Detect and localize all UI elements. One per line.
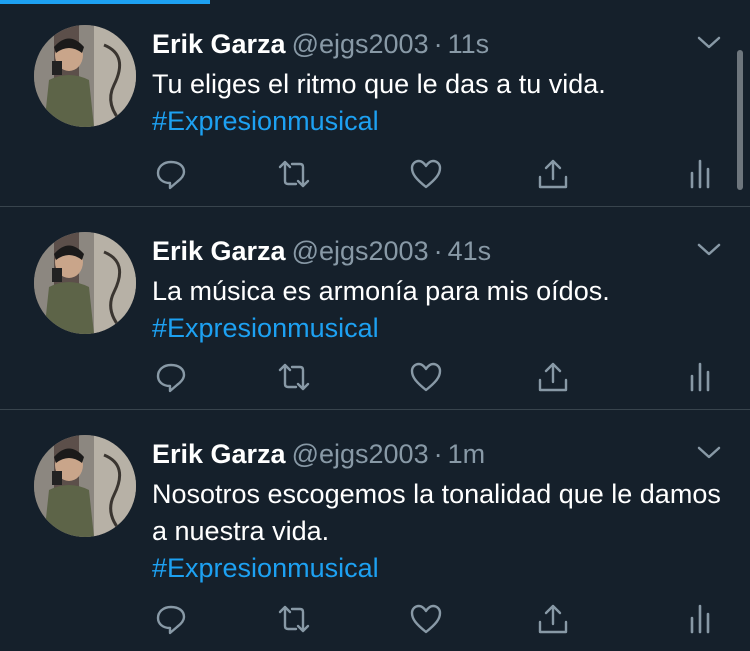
tweet-body: Nosotros escogemos la tonalidad que le d… xyxy=(152,479,721,546)
retweet-icon xyxy=(278,605,310,633)
author-name[interactable]: Erik Garza xyxy=(152,236,286,266)
reply-icon xyxy=(156,160,186,190)
share-button[interactable] xyxy=(533,357,573,397)
tweet-text: Tu eliges el ritmo que le das a tu vida.… xyxy=(152,66,722,140)
timestamp[interactable]: 41s xyxy=(448,236,492,266)
reply-button[interactable] xyxy=(151,357,191,397)
timeline: Erik Garza @ejgs2003 · 11s Tu eliges el rit… xyxy=(0,0,750,651)
like-button[interactable] xyxy=(406,154,446,194)
tweet-body: Tu eliges el ritmo que le das a tu vida. xyxy=(152,69,606,99)
tweet-actions xyxy=(0,599,750,639)
separator-dot: · xyxy=(433,236,443,266)
share-button[interactable] xyxy=(533,154,573,194)
timestamp[interactable]: 1m xyxy=(448,439,486,469)
reply-button[interactable] xyxy=(151,154,191,194)
tweet-header: Erik Garza @ejgs2003 · 1m xyxy=(152,438,485,470)
tweet-text: Nosotros escogemos la tonalidad que le d… xyxy=(152,476,722,587)
share-icon xyxy=(538,159,568,189)
share-icon xyxy=(538,604,568,634)
avatar[interactable] xyxy=(34,232,136,334)
author-handle[interactable]: @ejgs2003 xyxy=(292,29,429,59)
tweet[interactable]: Erik Garza @ejgs2003 · 1m Nosotros escogemo… xyxy=(0,410,750,651)
author-name[interactable]: Erik Garza xyxy=(152,29,286,59)
separator-dot: · xyxy=(433,29,443,59)
retweet-icon xyxy=(278,363,310,391)
hashtag-link[interactable]: #Expresionmusical xyxy=(152,550,722,587)
share-button[interactable] xyxy=(533,599,573,639)
analytics-icon xyxy=(690,362,710,392)
tweet-actions xyxy=(0,154,750,194)
chevron-down-icon[interactable] xyxy=(696,240,722,260)
tweet-text: La música es armonía para mis oídos. #Ex… xyxy=(152,273,722,347)
avatar[interactable] xyxy=(34,435,136,537)
like-button[interactable] xyxy=(406,599,446,639)
retweet-button[interactable] xyxy=(274,154,314,194)
tweet[interactable]: Erik Garza @ejgs2003 · 41s La música es arm… xyxy=(0,207,750,410)
tweet-header: Erik Garza @ejgs2003 · 11s xyxy=(152,28,489,60)
retweet-icon xyxy=(278,160,310,188)
share-icon xyxy=(538,362,568,392)
tweet-header: Erik Garza @ejgs2003 · 41s xyxy=(152,235,491,267)
reply-icon xyxy=(156,605,186,635)
author-handle[interactable]: @ejgs2003 xyxy=(292,236,429,266)
author-handle[interactable]: @ejgs2003 xyxy=(292,439,429,469)
analytics-icon xyxy=(690,159,710,189)
reply-icon xyxy=(156,363,186,393)
retweet-button[interactable] xyxy=(274,599,314,639)
like-icon xyxy=(410,362,442,392)
analytics-icon xyxy=(690,604,710,634)
analytics-button[interactable] xyxy=(680,154,720,194)
tweet[interactable]: Erik Garza @ejgs2003 · 11s Tu eliges el rit… xyxy=(0,0,750,207)
like-button[interactable] xyxy=(406,357,446,397)
retweet-button[interactable] xyxy=(274,357,314,397)
like-icon xyxy=(410,159,442,189)
timestamp[interactable]: 11s xyxy=(448,29,490,59)
avatar[interactable] xyxy=(34,25,136,127)
like-icon xyxy=(410,604,442,634)
tweet-body: La música es armonía para mis oídos. xyxy=(152,276,610,306)
tweet-actions xyxy=(0,357,750,397)
analytics-button[interactable] xyxy=(680,357,720,397)
reply-button[interactable] xyxy=(151,599,191,639)
hashtag-link[interactable]: #Expresionmusical xyxy=(152,310,722,347)
author-name[interactable]: Erik Garza xyxy=(152,439,286,469)
chevron-down-icon[interactable] xyxy=(696,33,722,53)
hashtag-link[interactable]: #Expresionmusical xyxy=(152,103,722,140)
chevron-down-icon[interactable] xyxy=(696,443,722,463)
analytics-button[interactable] xyxy=(680,599,720,639)
separator-dot: · xyxy=(433,439,443,469)
